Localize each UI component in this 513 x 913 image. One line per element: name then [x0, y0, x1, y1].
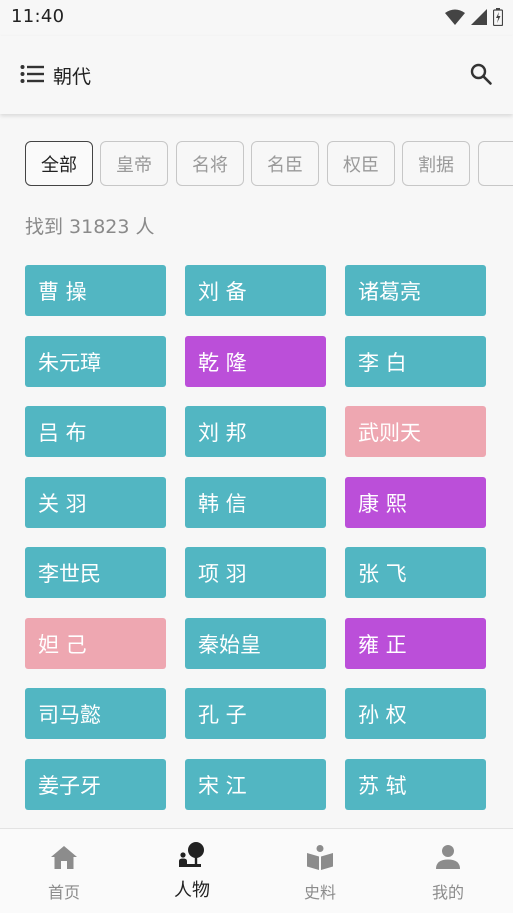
status-icons [445, 8, 503, 26]
person-card[interactable]: 苏 轼 [345, 759, 486, 810]
nav-tab-people[interactable]: 人物 [128, 829, 256, 913]
filter-chip-general[interactable]: 名将 [176, 141, 244, 186]
nav-tab-home[interactable]: 首页 [0, 829, 128, 913]
person-card[interactable]: 宋 江 [185, 759, 326, 810]
status-time: 11:40 [11, 6, 65, 27]
person-card[interactable]: 孙 权 [345, 688, 486, 739]
nav-tab-profile[interactable]: 我的 [384, 829, 512, 913]
person-card[interactable]: 刘 邦 [185, 406, 326, 457]
book-icon [307, 845, 333, 870]
filter-chip-powerful-minister[interactable]: 权臣 [327, 141, 395, 186]
person-card[interactable]: 姜子牙 [25, 759, 166, 810]
person-card[interactable]: 诸葛亮 [345, 265, 486, 316]
person-card[interactable]: 朱元璋 [25, 336, 166, 387]
person-card[interactable]: 康 熙 [345, 477, 486, 528]
person-card[interactable]: 李世民 [25, 547, 166, 598]
person-card[interactable]: 秦始皇 [185, 618, 326, 669]
search-icon[interactable] [469, 62, 493, 86]
person-card[interactable]: 司马懿 [25, 688, 166, 739]
bottom-nav: 首页 人物 史料 我的 [0, 828, 513, 913]
person-card[interactable]: 韩 信 [185, 477, 326, 528]
filter-chip-minister[interactable]: 名臣 [251, 141, 319, 186]
nav-label-history: 史料 [303, 883, 336, 902]
result-count: 找到 31823 人 [25, 216, 155, 238]
person-card[interactable]: 李 白 [345, 336, 486, 387]
person-card[interactable]: 雍 正 [345, 618, 486, 669]
nav-tab-history[interactable]: 史料 [256, 829, 384, 913]
list-menu-icon[interactable] [20, 63, 44, 85]
profile-icon [436, 845, 460, 869]
nav-label-profile: 我的 [431, 883, 464, 902]
filter-chip-all[interactable]: 全部 [25, 141, 93, 186]
person-card[interactable]: 张 飞 [345, 547, 486, 598]
page-title[interactable]: 朝代 [53, 62, 91, 89]
person-card[interactable]: 刘 备 [185, 265, 326, 316]
person-card[interactable]: 乾 隆 [185, 336, 326, 387]
status-bar: 11:40 [0, 0, 513, 36]
filter-chip-emperor[interactable]: 皇帝 [100, 141, 168, 186]
filter-chip-more[interactable] [478, 141, 513, 186]
filter-chip-warlord[interactable]: 割据 [402, 141, 470, 186]
nav-label-home: 首页 [47, 883, 80, 902]
person-card[interactable]: 曹 操 [25, 265, 166, 316]
person-card[interactable]: 吕 布 [25, 406, 166, 457]
app-bar: 朝代 [0, 36, 513, 114]
person-card[interactable]: 关 羽 [25, 477, 166, 528]
person-card[interactable]: 项 羽 [185, 547, 326, 598]
home-icon [51, 846, 77, 869]
person-card[interactable]: 妲 己 [25, 618, 166, 669]
battery-icon [493, 8, 503, 26]
nav-label-people: 人物 [174, 880, 210, 901]
person-tree-icon [179, 842, 204, 867]
signal-icon [471, 9, 487, 25]
wifi-icon [445, 9, 465, 25]
person-card[interactable]: 孔 子 [185, 688, 326, 739]
filter-chip-row[interactable]: 全部 皇帝 名将 名臣 权臣 割据 [25, 141, 513, 187]
person-card[interactable]: 武则天 [345, 406, 486, 457]
